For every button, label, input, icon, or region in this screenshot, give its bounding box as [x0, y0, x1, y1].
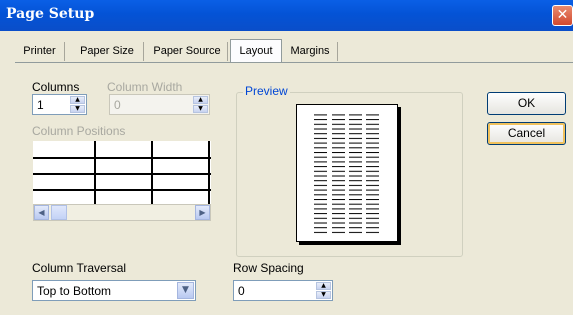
column-traversal-select[interactable]: Top to Bottom ▼	[32, 280, 196, 301]
preview-page	[296, 104, 398, 242]
title-bar: Page Setup ✕	[0, 0, 573, 31]
arrow-left-icon[interactable]: ◀	[34, 205, 49, 220]
columns-value: 1	[37, 98, 44, 112]
columns-spinner[interactable]: 1 ▲ ▼	[32, 94, 87, 115]
row-spacing-label: Row Spacing	[233, 261, 304, 275]
arrow-down-icon[interactable]: ▼	[316, 291, 331, 299]
horizontal-scrollbar[interactable]: ◀ ▶	[33, 204, 211, 221]
grid-line	[33, 157, 211, 159]
arrow-right-icon[interactable]: ▶	[195, 205, 210, 220]
preview-legend: Preview	[243, 84, 290, 98]
grid-line	[94, 141, 96, 205]
tab-paper-source[interactable]: Paper Source	[147, 42, 228, 61]
columns-label: Columns	[32, 80, 80, 94]
column-traversal-label: Column Traversal	[32, 261, 127, 275]
arrow-down-icon: ▼	[193, 105, 208, 113]
column-positions-grid[interactable]	[33, 141, 211, 205]
cancel-button[interactable]: Cancel	[487, 122, 566, 145]
tab-margins[interactable]: Margins	[283, 42, 338, 61]
tab-printer[interactable]: Printer	[15, 42, 65, 61]
arrow-down-icon[interactable]: ▼	[70, 105, 85, 113]
chevron-down-icon[interactable]: ▼	[177, 282, 194, 299]
window-title: Page Setup	[6, 6, 95, 22]
tab-paper-size[interactable]: Paper Size	[71, 42, 144, 61]
close-button[interactable]: ✕	[552, 5, 573, 26]
row-spacing-spinner[interactable]: 0 ▲ ▼	[233, 280, 333, 301]
ok-button[interactable]: OK	[487, 92, 566, 115]
arrow-up-icon: ▲	[193, 96, 208, 104]
preview-text-lines	[297, 112, 397, 234]
grid-line	[208, 141, 210, 205]
close-icon: ✕	[556, 7, 569, 23]
scroll-thumb[interactable]	[51, 205, 67, 220]
grid-line	[151, 141, 153, 205]
column-width-label: Column Width	[107, 80, 183, 94]
row-spacing-value: 0	[238, 284, 245, 298]
grid-line	[33, 189, 211, 191]
column-width-value: 0	[114, 98, 121, 112]
arrow-up-icon[interactable]: ▲	[70, 96, 85, 104]
arrow-up-icon[interactable]: ▲	[316, 282, 331, 290]
column-width-spinner: 0 ▲ ▼	[109, 94, 210, 115]
grid-line	[33, 173, 211, 175]
column-positions-label: Column Positions	[32, 124, 126, 138]
column-traversal-value: Top to Bottom	[37, 284, 112, 298]
tab-layout[interactable]: Layout	[230, 39, 282, 62]
